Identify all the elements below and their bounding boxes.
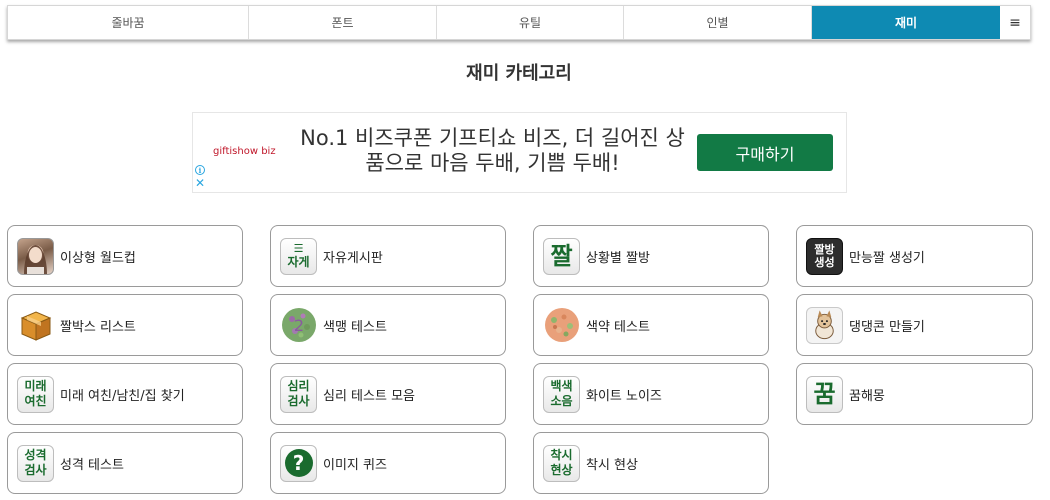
card-label: 성격 테스트: [60, 457, 124, 473]
icon-text-top: 미래: [24, 379, 47, 393]
card-label: 댕댕콘 만들기: [849, 319, 925, 335]
card-label: 화이트 노이즈: [586, 388, 662, 404]
card-label: 자유게시판: [323, 250, 383, 266]
top-navigation: 줄바꿈 폰트 유틸 인별 재미 ≡: [7, 5, 1031, 40]
card-optical-illusion[interactable]: 착시 현상 착시 현상: [533, 432, 769, 494]
card-label: 상황별 짤방: [586, 250, 650, 266]
card-label: 이상형 월드컵: [60, 250, 136, 266]
ad-info-icon[interactable]: i: [195, 165, 205, 175]
icon-text-bottom: 검사: [287, 394, 310, 408]
icon-text-bottom: 현상: [550, 463, 573, 477]
list-glyph: ☰: [293, 241, 304, 255]
psych-icon: 심리 검사: [280, 375, 317, 413]
color-blind-plate-icon: 2: [280, 307, 317, 344]
question-glyph: ?: [284, 449, 313, 477]
card-dogcon-maker[interactable]: 댕댕콘 만들기: [796, 294, 1033, 356]
color-weak-plate-icon: [543, 307, 580, 344]
card-free-board[interactable]: ☰ 자게 자유게시판: [270, 225, 506, 287]
icon-text: 꿈: [813, 380, 836, 408]
ad-text: No.1 비즈쿠폰 기프티쇼 비즈, 더 길어진 상품으로 마음 두배, 기쁨 …: [300, 126, 685, 175]
card-situational-jjal[interactable]: 짤 상황별 짤방: [533, 225, 769, 287]
card-jjalbox-list[interactable]: 짤박스 리스트: [7, 294, 243, 356]
noise-icon: 백색 소음: [543, 375, 580, 413]
card-label: 심리 테스트 모음: [323, 388, 415, 404]
ad-buy-button[interactable]: 구매하기: [697, 134, 833, 171]
tab-insta[interactable]: 인별: [624, 6, 812, 39]
jjalbang-icon: 짤방 생성: [806, 237, 843, 275]
card-white-noise[interactable]: 백색 소음 화이트 노이즈: [533, 363, 769, 425]
card-label: 꿈해몽: [849, 388, 885, 404]
tab-font[interactable]: 폰트: [249, 6, 437, 39]
card-label: 착시 현상: [586, 457, 638, 473]
hamburger-menu-icon[interactable]: ≡: [1000, 6, 1030, 39]
icon-text: 자게: [287, 254, 310, 269]
card-label: 색맹 테스트: [323, 319, 387, 335]
personality-icon: 성격 검사: [17, 444, 54, 482]
icon-text-bottom: 검사: [24, 463, 47, 477]
card-personality-test[interactable]: 성격 검사 성격 테스트: [7, 432, 243, 494]
tab-util[interactable]: 유틸: [437, 6, 624, 39]
list-icon: ☰ 자게: [280, 237, 317, 275]
icon-text: 짤: [550, 242, 573, 270]
ad-close-icon[interactable]: ✕: [195, 176, 205, 190]
question-icon: ?: [280, 444, 317, 482]
card-ideal-worldcup[interactable]: 이상형 월드컵: [7, 225, 243, 287]
icon-text-top: 심리: [287, 379, 310, 393]
tab-linebreak[interactable]: 줄바꿈: [8, 6, 249, 39]
page-title: 재미 카테고리: [466, 63, 572, 84]
icon-text-top: 백색: [550, 379, 573, 393]
illusion-icon: 착시 현상: [543, 444, 580, 482]
future-icon: 미래 여친: [17, 375, 54, 413]
box-icon: [17, 307, 54, 344]
icon-text-bottom: 소음: [550, 394, 573, 408]
category-grid: 이상형 월드컵 ☰ 자게 자유게시판 짤 상황별 짤방 짤방 생성 만능짤 생성…: [7, 225, 1033, 494]
ad-brand-logo: giftishow biz: [213, 146, 276, 157]
dog-icon: [806, 306, 843, 344]
icon-text-bottom: 생성: [814, 256, 835, 269]
card-label: 미래 여친/남친/집 찾기: [60, 388, 185, 404]
dream-icon: 꿈: [806, 375, 843, 413]
card-label: 색약 테스트: [586, 319, 650, 335]
tab-fun[interactable]: 재미: [812, 6, 1000, 39]
card-dream-reading[interactable]: 꿈 꿈해몽: [796, 363, 1033, 425]
card-color-blind-test[interactable]: 2 색맹 테스트: [270, 294, 506, 356]
svg-text:2: 2: [293, 316, 303, 335]
card-color-weak-test[interactable]: 색약 테스트: [533, 294, 769, 356]
ad-banner[interactable]: giftishow biz No.1 비즈쿠폰 기프티쇼 비즈, 더 길어진 상…: [192, 112, 847, 193]
card-label: 짤박스 리스트: [60, 319, 136, 335]
icon-text-top: 착시: [550, 448, 573, 462]
card-jjal-generator[interactable]: 짤방 생성 만능짤 생성기: [796, 225, 1033, 287]
card-future-partner[interactable]: 미래 여친 미래 여친/남친/집 찾기: [7, 363, 243, 425]
card-label: 이미지 퀴즈: [323, 457, 387, 473]
jjal-icon: 짤: [543, 237, 580, 275]
card-psych-tests[interactable]: 심리 검사 심리 테스트 모음: [270, 363, 506, 425]
icon-text-bottom: 여친: [24, 394, 47, 408]
card-label: 만능짤 생성기: [849, 250, 925, 266]
person-photo-icon: [17, 237, 54, 275]
icon-text-top: 성격: [24, 448, 47, 462]
icon-text-top: 짤방: [814, 243, 835, 256]
card-image-quiz[interactable]: ? 이미지 퀴즈: [270, 432, 506, 494]
